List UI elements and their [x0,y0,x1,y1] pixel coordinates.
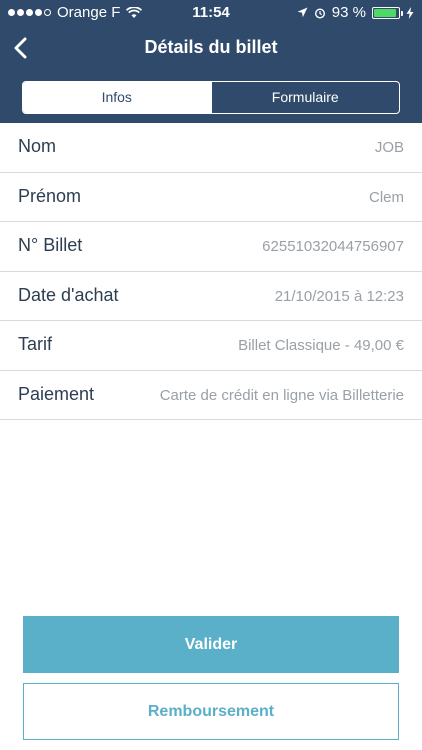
battery-icon [372,6,403,19]
battery-percent: 93 % [331,4,366,21]
detail-row-tarif: Tarif Billet Classique - 49,00 € [0,321,422,371]
detail-value: Billet Classique - 49,00 € [238,337,404,354]
detail-label: Nom [18,136,57,156]
detail-row-purchase-date: Date d'achat 21/10/2015 à 12:23 [0,272,422,321]
status-bar: Orange F 11:54 93 % [0,0,422,24]
detail-label: Tarif [18,334,53,354]
refund-button[interactable]: Remboursement [23,683,399,740]
detail-row-ticket-number: N° Billet 62551032044756907 [0,222,422,272]
detail-value: Carte de crédit en ligne via Billetterie [159,386,404,404]
detail-value: Clem [368,188,404,206]
detail-label: Date d'achat [18,284,119,305]
alarm-clock-icon [314,7,325,19]
validate-button[interactable]: Valider [23,616,399,673]
battery-fill [374,8,397,17]
tab-segmented-control: Infos Formulaire [22,81,400,114]
detail-label: Prénom [18,185,82,206]
charging-bolt-icon [406,6,414,19]
page-title: Détails du billet [144,37,278,57]
detail-row-paiement: Paiement Carte de crédit en ligne via Bi… [0,371,422,420]
detail-row-nom: Nom JOB [0,123,422,173]
detail-label: N° Billet [18,235,83,255]
ticket-details-list: Nom JOB Prénom Clem N° Billet 6255103204… [0,123,422,420]
detail-value: JOB [374,139,404,156]
detail-row-prenom: Prénom Clem [0,173,422,222]
tab-formulaire[interactable]: Formulaire [210,82,400,113]
detail-value: 62551032044756907 [262,238,404,255]
detail-value: 21/10/2015 à 12:23 [274,287,404,305]
status-right: 93 % [297,4,414,21]
tab-infos[interactable]: Infos [23,82,211,113]
detail-label: Paiement [18,383,95,404]
location-arrow-icon [297,7,308,18]
navigation-bar: Détails du billet [0,28,422,68]
header: Orange F 11:54 93 % Détails du billet In… [0,0,422,123]
